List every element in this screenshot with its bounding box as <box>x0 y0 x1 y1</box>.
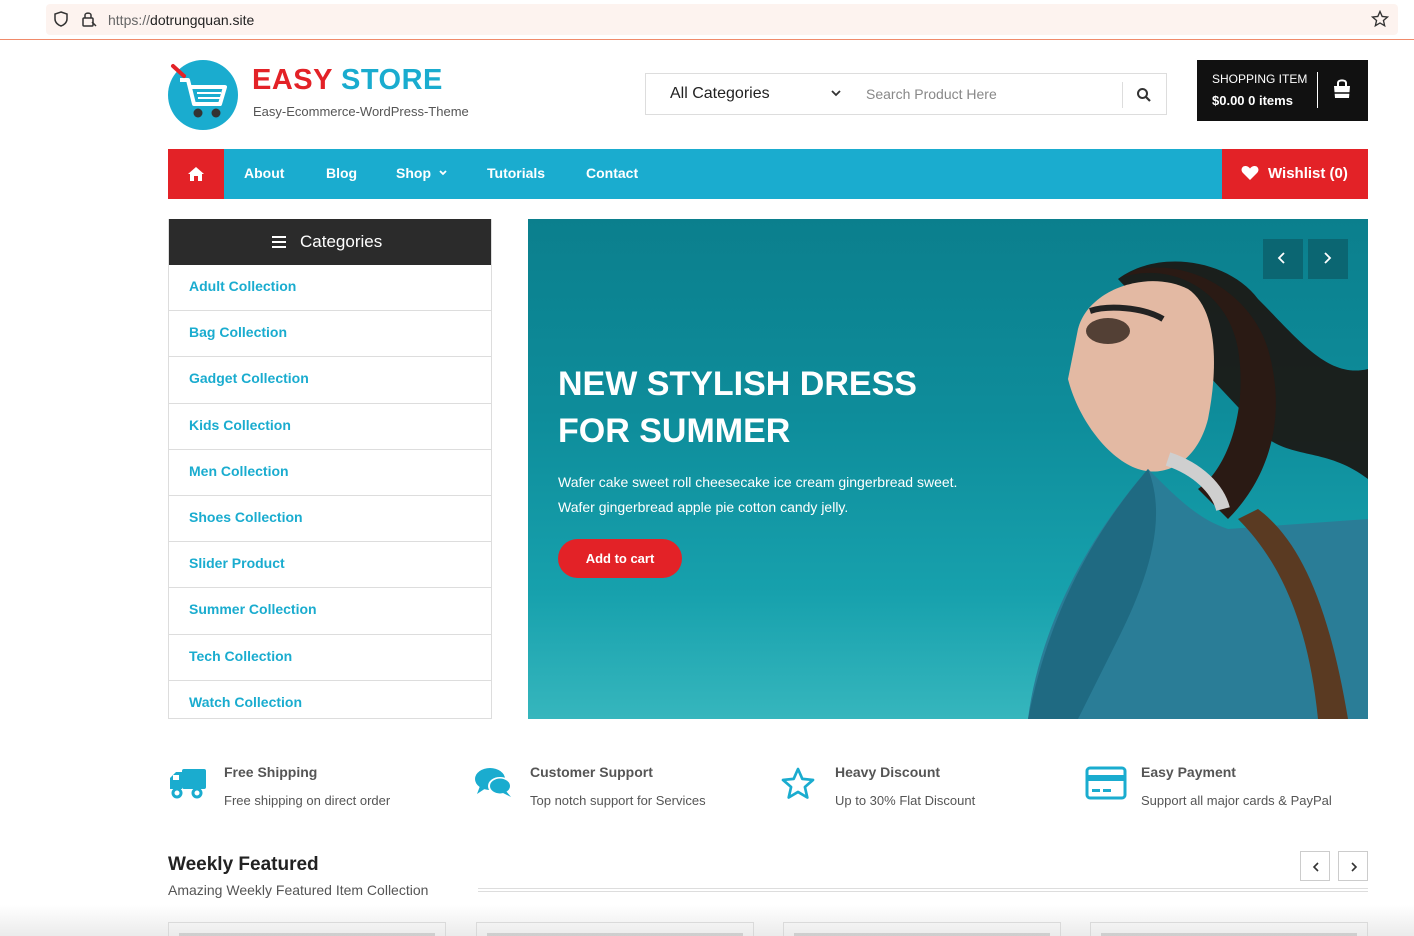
logo-word-easy: EASY <box>252 64 333 96</box>
wishlist-button[interactable]: Wishlist (0) <box>1222 149 1368 199</box>
nav-item-shop[interactable]: Shop <box>396 165 448 181</box>
feature-text: Up to 30% Flat Discount <box>835 793 976 808</box>
category-item[interactable]: Shoes Collection <box>169 496 491 543</box>
feature-easy-payment: Easy Payment Support all major cards & P… <box>1085 762 1385 822</box>
weekly-featured-title: Weekly Featured <box>168 854 319 875</box>
category-item[interactable]: Slider Product <box>169 542 491 589</box>
hero-title: NEW STYLISH DRESS FOR SUMMER <box>558 365 917 450</box>
feature-text: Support all major cards & PayPal <box>1141 793 1332 808</box>
chevron-down-icon <box>439 170 447 176</box>
hero-model-image <box>1028 261 1368 719</box>
chevron-left-icon <box>1312 862 1319 872</box>
category-item[interactable]: Adult Collection <box>169 265 491 312</box>
product-search: All Categories Search Product Here <box>645 73 1167 115</box>
category-item[interactable]: Gadget Collection <box>169 357 491 404</box>
category-list: Adult Collection Bag Collection Gadget C… <box>169 265 491 718</box>
search-icon[interactable] <box>1136 87 1152 103</box>
product-card[interactable] <box>476 922 754 936</box>
chevron-right-icon <box>1351 862 1358 872</box>
url-protocol: https:// <box>108 12 151 28</box>
nav-home[interactable] <box>168 149 224 199</box>
categories-panel: Categories Adult Collection Bag Collecti… <box>168 219 492 719</box>
browser-toolbar: https://dotrungquan.site <box>0 0 1414 40</box>
category-item[interactable]: Kids Collection <box>169 404 491 450</box>
menu-icon <box>272 236 286 248</box>
product-card[interactable] <box>1090 922 1368 936</box>
add-to-cart-button[interactable]: Add to cart <box>558 539 682 578</box>
heart-icon <box>1241 165 1259 180</box>
cart-amount: $0.00 0 items <box>1212 93 1293 108</box>
feature-text: Top notch support for Services <box>530 793 706 808</box>
shopping-cart-widget[interactable]: SHOPPING ITEM $0.00 0 items <box>1197 60 1368 121</box>
product-card[interactable] <box>168 922 446 936</box>
truck-icon <box>170 769 206 799</box>
wishlist-label: Wishlist (0) <box>1268 165 1348 182</box>
chevron-right-icon <box>1324 252 1332 264</box>
feature-title: Heavy Discount <box>835 764 941 780</box>
search-input[interactable]: Search Product Here <box>866 86 997 102</box>
feature-free-shipping: Free Shipping Free shipping on direct or… <box>168 762 468 822</box>
category-item[interactable]: Watch Collection <box>169 681 491 718</box>
feature-title: Free Shipping <box>224 764 318 780</box>
url-text[interactable]: https://dotrungquan.site <box>108 12 254 28</box>
nav-item-blog[interactable]: Blog <box>326 165 357 181</box>
nav-item-about[interactable]: About <box>244 165 284 181</box>
nav-item-contact[interactable]: Contact <box>586 165 638 181</box>
logo-word-store: STORE <box>341 64 443 96</box>
slider-prev-button[interactable] <box>1263 239 1303 279</box>
shield-icon[interactable] <box>54 11 68 27</box>
search-divider <box>1122 82 1123 108</box>
nav-item-shop-label: Shop <box>396 165 431 181</box>
product-card[interactable] <box>783 922 1061 936</box>
chevron-down-icon[interactable] <box>830 87 842 99</box>
weekly-prev-button[interactable] <box>1300 851 1330 881</box>
address-bar[interactable]: https://dotrungquan.site <box>46 4 1398 35</box>
category-item[interactable]: Tech Collection <box>169 635 491 681</box>
category-select[interactable]: All Categories <box>670 85 770 103</box>
chevron-left-icon <box>1277 252 1285 264</box>
home-icon <box>188 167 204 181</box>
category-item[interactable]: Bag Collection <box>169 311 491 358</box>
shopping-bag-icon <box>1334 79 1350 98</box>
star-icon <box>781 767 815 799</box>
site-logo-text[interactable]: EASY STORE <box>252 64 443 97</box>
category-item[interactable]: Summer Collection <box>169 588 491 635</box>
site-tagline: Easy-Ecommerce-WordPress-Theme <box>253 104 469 119</box>
cart-separator <box>1317 72 1318 108</box>
weekly-next-button[interactable] <box>1338 851 1368 881</box>
category-item[interactable]: Men Collection <box>169 450 491 496</box>
feature-text: Free shipping on direct order <box>224 793 391 808</box>
nav-item-tutorials[interactable]: Tutorials <box>487 165 545 181</box>
bookmark-star-icon[interactable] <box>1371 10 1389 28</box>
hero-slider: NEW STYLISH DRESS FOR SUMMER Wafer cake … <box>528 219 1368 719</box>
lock-icon[interactable] <box>81 10 97 28</box>
cart-title: SHOPPING ITEM <box>1212 72 1308 86</box>
feature-title: Easy Payment <box>1141 764 1236 780</box>
categories-title: Categories <box>300 232 383 251</box>
credit-card-icon <box>1085 766 1127 800</box>
categories-header[interactable]: Categories <box>169 219 491 265</box>
weekly-featured-subtitle: Amazing Weekly Featured Item Collection <box>168 882 429 898</box>
feature-heavy-discount: Heavy Discount Up to 30% Flat Discount <box>779 762 1079 822</box>
slider-next-button[interactable] <box>1308 239 1348 279</box>
chat-icon <box>475 768 512 797</box>
url-host: dotrungquan.site <box>150 12 255 28</box>
feature-title: Customer Support <box>530 764 653 780</box>
logo-cart-icon[interactable] <box>168 60 238 130</box>
main-navigation: About Blog Shop Tutorials Contact Wishli… <box>168 149 1368 199</box>
feature-customer-support: Customer Support Top notch support for S… <box>474 762 774 822</box>
section-divider <box>478 888 1368 892</box>
hero-text: Wafer cake sweet roll cheesecake ice cre… <box>558 474 958 515</box>
